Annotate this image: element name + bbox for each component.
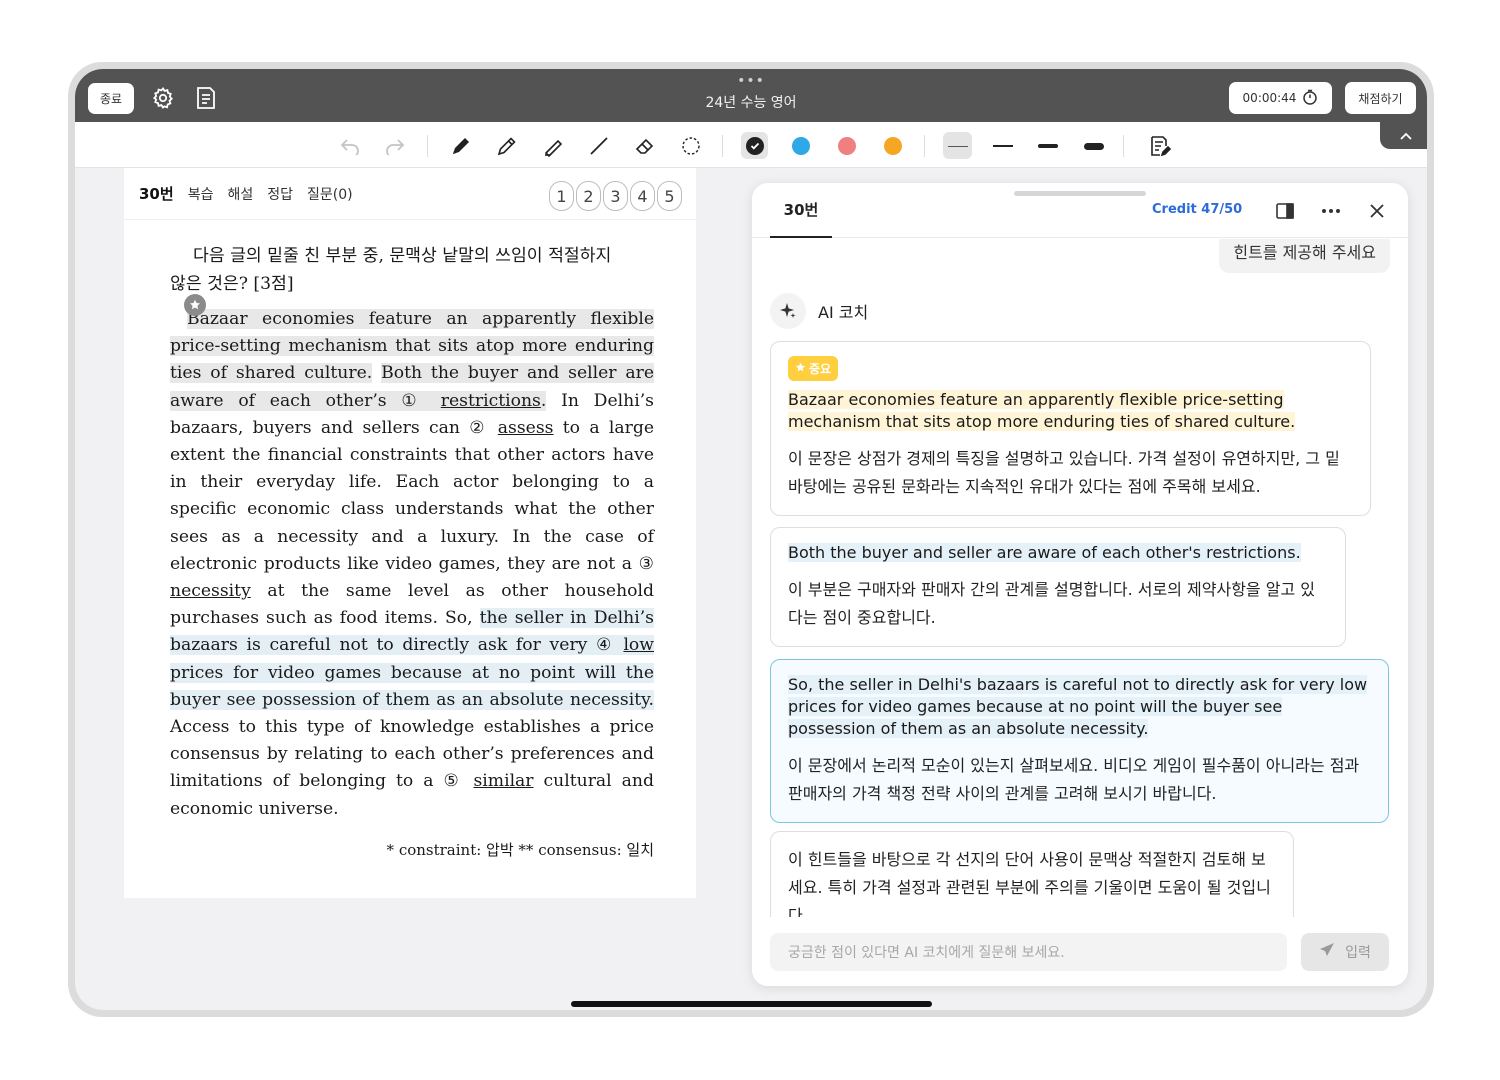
pen-icon[interactable] xyxy=(448,133,474,159)
send-icon xyxy=(1319,942,1335,962)
question-panel: 30번 복습 해설 정답 질문(0) 1 2 3 4 5 다음 글의 밑줄 친 … xyxy=(124,168,696,898)
passage-text: prices for video games because at no poi… xyxy=(170,662,654,710)
split-view-icon[interactable] xyxy=(1273,199,1297,223)
choice-1[interactable]: 1 xyxy=(549,181,574,211)
hint-explanation: 이 문장에서 논리적 모순이 있는지 살펴보세요. 비디오 게임이 필수품이 아… xyxy=(788,756,1360,803)
underlined-word-1: restrictions xyxy=(440,390,541,411)
choice-selector: 1 2 3 4 5 xyxy=(549,181,682,211)
instruction-line-2: 않은 것은? [3점] xyxy=(170,274,294,294)
stopwatch-icon xyxy=(1302,89,1318,108)
coach-label: AI 코치 xyxy=(770,293,868,329)
choice-marker-5: ⑤ xyxy=(443,771,464,792)
exam-title: 24년 수능 영어 xyxy=(705,95,797,111)
choice-marker-1: ① xyxy=(401,390,427,411)
stroke-width-bold[interactable] xyxy=(1081,133,1106,159)
stroke-width-thick[interactable] xyxy=(1035,133,1060,159)
lasso-icon[interactable] xyxy=(678,133,704,159)
question-number: 30번 xyxy=(139,185,174,203)
timer-button[interactable]: 00:00:44 xyxy=(1229,82,1332,114)
hint-card[interactable]: 이 힌트들을 바탕으로 각 선지의 단어 사용이 문맥상 적절한지 검토해 보세… xyxy=(770,831,1294,917)
device-frame: ••• 종료 24년 수능 영어 00:00:44 채점하기 30번 복습 해설… xyxy=(68,62,1434,1017)
star-icon xyxy=(795,362,806,376)
choice-marker-2: ② xyxy=(469,417,489,438)
chat-input-bar: 궁금한 점이 있다면 AI 코치에게 질문해 보세요. 입력 xyxy=(752,918,1408,986)
top-bar: ••• 종료 24년 수능 영어 00:00:44 채점하기 xyxy=(75,69,1427,122)
tab-review[interactable]: 복습 xyxy=(188,184,214,204)
underlined-word-2: assess xyxy=(497,417,554,438)
color-black[interactable] xyxy=(746,137,764,155)
send-button[interactable]: 입력 xyxy=(1301,933,1389,971)
toolbar-divider xyxy=(722,135,723,157)
toolbar-divider xyxy=(924,135,925,157)
stroke-width-medium[interactable] xyxy=(990,133,1015,159)
choice-marker-3: ③ xyxy=(638,553,654,574)
highlighter-icon[interactable] xyxy=(540,133,566,159)
hint-quote: Both the buyer and seller are aware of e… xyxy=(788,542,1328,564)
color-orange[interactable] xyxy=(884,137,902,155)
coach-name: AI 코치 xyxy=(818,303,869,322)
star-icon[interactable] xyxy=(184,294,206,316)
question-instruction: 다음 글의 밑줄 친 부분 중, 문맥상 낱말의 쓰임이 적절하지 않은 것은?… xyxy=(170,242,654,298)
choice-3[interactable]: 3 xyxy=(603,181,628,211)
chevron-up-icon xyxy=(1399,126,1413,145)
chat-area: 힌트를 제공해 주세요 AI 코치 중요 Bazaar economies fe… xyxy=(752,239,1408,917)
color-red[interactable] xyxy=(838,137,856,155)
question-input[interactable]: 궁금한 점이 있다면 AI 코치에게 질문해 보세요. xyxy=(770,933,1287,971)
tab-answer[interactable]: 정답 xyxy=(267,184,293,204)
underlined-word-3: necessity xyxy=(170,581,251,602)
ai-panel-header: 30번 Credit 47/50 xyxy=(752,183,1408,238)
tab-questions[interactable]: 질문(0) xyxy=(307,184,353,204)
redo-icon[interactable] xyxy=(382,133,408,159)
note-edit-icon[interactable] xyxy=(1147,133,1173,159)
passage-text: to a large extent the financial constrai… xyxy=(170,417,654,574)
quote-text: Bazaar economies feature an apparently f… xyxy=(788,390,1296,431)
hint-explanation: 이 부분은 구매자와 판매자 간의 관계를 설명합니다. 서로의 제약사항을 알… xyxy=(788,580,1315,627)
app-screen: ••• 종료 24년 수능 영어 00:00:44 채점하기 30번 복습 해설… xyxy=(75,69,1427,1010)
tab-explanation[interactable]: 해설 xyxy=(227,184,253,204)
choice-4[interactable]: 4 xyxy=(630,181,655,211)
quote-text: So, the seller in Delhi's bazaars is car… xyxy=(788,675,1368,738)
toolbar-collapse-button[interactable] xyxy=(1380,122,1427,149)
hint-summary: 이 힌트들을 바탕으로 각 선지의 단어 사용이 문맥상 적절한지 검토해 보세… xyxy=(788,850,1271,917)
line-icon[interactable] xyxy=(586,133,612,159)
toolbar-divider xyxy=(1123,135,1124,157)
drawing-toolbar xyxy=(75,122,1427,168)
choice-2[interactable]: 2 xyxy=(576,181,601,211)
choice-marker-4: ④ xyxy=(596,635,615,656)
passage: Bazaar economies feature an apparently f… xyxy=(170,306,655,823)
quote-text: Both the buyer and seller are aware of e… xyxy=(788,543,1301,562)
choice-5[interactable]: 5 xyxy=(657,181,682,211)
pencil-icon[interactable] xyxy=(494,133,520,159)
send-label: 입력 xyxy=(1345,945,1371,961)
stroke-width-thin[interactable] xyxy=(945,133,970,159)
user-message: 힌트를 제공해 주세요 xyxy=(1219,239,1390,273)
hint-card[interactable]: Both the buyer and seller are aware of e… xyxy=(770,527,1346,647)
credit-counter: Credit 47/50 xyxy=(1152,202,1243,217)
question-body: 다음 글의 밑줄 친 부분 중, 문맥상 낱말의 쓰임이 적절하지 않은 것은?… xyxy=(170,242,655,860)
grade-button[interactable]: 채점하기 xyxy=(1345,82,1416,114)
hint-quote: Bazaar economies feature an apparently f… xyxy=(788,389,1353,433)
badge-label: 중요 xyxy=(809,362,832,376)
toolbar-divider xyxy=(427,135,428,157)
ai-coach-panel: 30번 Credit 47/50 힌트를 제공해 주세요 AI 코치 중요 Ba… xyxy=(752,183,1408,986)
instruction-line-1: 다음 글의 밑줄 친 부분 중, 문맥상 낱말의 쓰임이 적절하지 xyxy=(193,246,612,266)
timer-value: 00:00:44 xyxy=(1242,91,1297,105)
tab-question-30[interactable]: 30번 xyxy=(770,183,832,238)
footnote: * constraint: 압박 ** consensus: 일치 xyxy=(386,840,654,859)
eraser-icon[interactable] xyxy=(632,133,658,159)
hint-card-selected[interactable]: So, the seller in Delhi's bazaars is car… xyxy=(770,659,1389,823)
underlined-word-4: low xyxy=(623,635,654,656)
hint-explanation: 이 문장은 상점가 경제의 특징을 설명하고 있습니다. 가격 설정이 유연하지… xyxy=(788,449,1340,496)
more-icon[interactable] xyxy=(1319,199,1343,223)
window-handle[interactable]: ••• xyxy=(737,74,765,88)
hint-card[interactable]: 중요 Bazaar economies feature an apparentl… xyxy=(770,341,1371,516)
underlined-word-5: similar xyxy=(473,771,534,792)
sparkle-icon xyxy=(770,293,806,329)
close-icon[interactable] xyxy=(1365,199,1389,223)
hint-quote: So, the seller in Delhi's bazaars is car… xyxy=(788,674,1371,740)
important-badge: 중요 xyxy=(788,356,839,381)
color-blue[interactable] xyxy=(792,137,810,155)
home-indicator[interactable] xyxy=(571,1001,932,1007)
undo-icon[interactable] xyxy=(337,133,363,159)
